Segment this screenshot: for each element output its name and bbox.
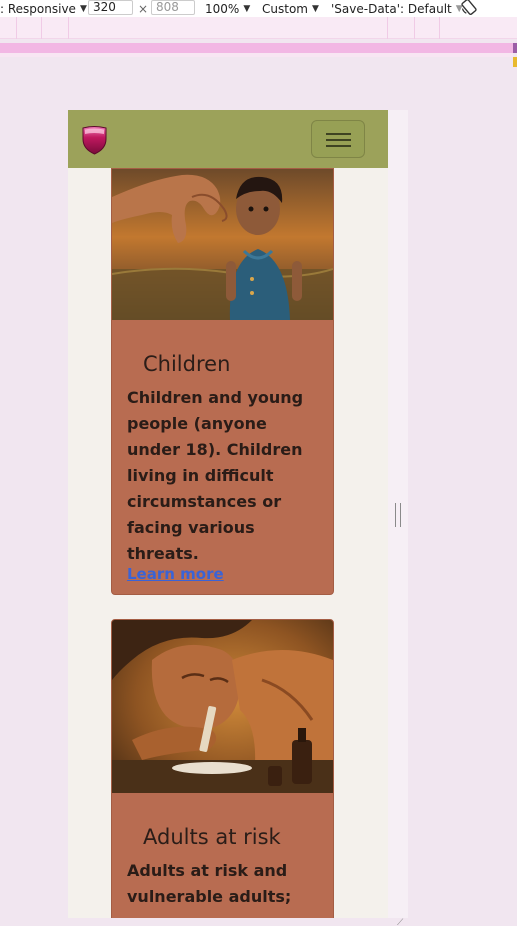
shield-logo-icon[interactable] — [81, 125, 108, 155]
ruler-handle — [513, 43, 517, 53]
media-query-bar — [0, 17, 517, 39]
devtools-toolbar: : Responsive ▼ 320 × 808 100% ▼ Custom ▼… — [0, 0, 517, 17]
ruler-strip — [0, 53, 513, 57]
menu-toggle-button[interactable] — [311, 120, 365, 158]
adults-at-risk-illustration — [112, 620, 333, 793]
breakpoint-marker — [387, 17, 388, 39]
hamburger-icon — [326, 139, 351, 141]
device-label: : Responsive — [0, 1, 76, 16]
zoom-select[interactable]: 100% ▼ — [205, 0, 250, 17]
hamburger-icon — [326, 133, 351, 135]
media-query-range[interactable] — [0, 43, 513, 53]
corner-resize-icon[interactable]: ⟋ — [397, 918, 403, 926]
zoom-label: 100% — [205, 1, 240, 16]
children-illustration — [112, 169, 333, 320]
dimension-separator: × — [138, 1, 149, 16]
device-select[interactable]: : Responsive ▼ — [0, 0, 87, 17]
breakpoint-marker — [68, 17, 69, 39]
card-text: Adults at risk and vulnerable adults; — [127, 861, 292, 906]
breakpoint-marker — [439, 17, 440, 39]
device-viewport: Children Children and young people (anyo… — [68, 110, 388, 918]
throttle-label: Custom — [262, 1, 308, 16]
breakpoint-marker — [41, 17, 42, 39]
breakpoint-marker — [414, 17, 415, 39]
hamburger-icon — [326, 145, 351, 147]
breakpoint-marker — [16, 17, 17, 39]
rotate-icon[interactable] — [460, 0, 478, 16]
card-children: Children Children and young people (anyo… — [111, 168, 334, 595]
learn-more-link[interactable]: Learn more — [127, 565, 224, 583]
chevron-down-icon: ▼ — [311, 3, 319, 14]
height-input[interactable]: 808 — [151, 0, 195, 15]
throttle-select[interactable]: Custom ▼ — [262, 0, 319, 17]
resize-handle[interactable] — [395, 503, 401, 527]
card-adults-at-risk: Adults at risk Adults at risk and vulner… — [111, 619, 334, 918]
chevron-down-icon: ▼ — [79, 3, 87, 14]
width-input[interactable]: 320 — [88, 0, 133, 15]
ruler-marker — [513, 57, 517, 67]
card-text: Children and young people (anyone under … — [127, 388, 304, 563]
card-title: Adults at risk — [143, 825, 281, 849]
navbar — [68, 110, 388, 168]
card-title: Children — [143, 352, 231, 376]
chevron-down-icon: ▼ — [243, 3, 251, 14]
save-data-select[interactable]: 'Save-Data': Default ▼ — [331, 0, 463, 17]
save-data-label: 'Save-Data': Default — [331, 1, 452, 16]
